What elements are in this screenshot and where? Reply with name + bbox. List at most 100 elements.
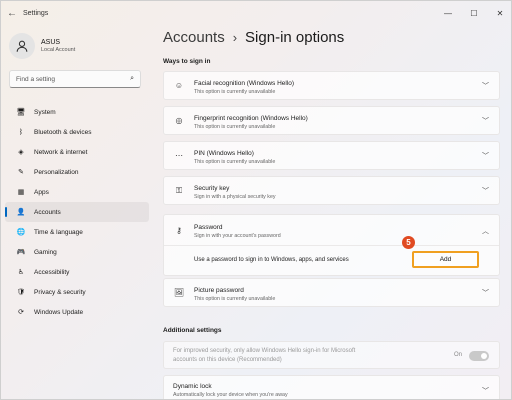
brush-icon: ✎ [18, 169, 24, 176]
sidebar-item-time-language[interactable]: 🌐 Time & language [5, 222, 149, 242]
chevron-down-icon[interactable]: ﹀ [482, 116, 489, 126]
bluetooth-icon: ᛒ [18, 128, 24, 136]
person-icon: 👤 [16, 209, 26, 216]
password-card-header[interactable]: ⚷ Password Sign in with your account's p… [164, 215, 499, 245]
chevron-down-icon[interactable]: ﹀ [482, 151, 489, 161]
password-subtitle: Sign in with your account's password [194, 233, 281, 239]
chevron-down-icon[interactable]: ﹀ [482, 288, 489, 298]
sign-in-option-card[interactable]: ☺ Facial recognition (Windows Hello) This … [163, 71, 500, 100]
pin-icon: ⋯ [175, 151, 183, 160]
dynamic-lock-title: Dynamic lock [173, 383, 212, 390]
window-title: Settings [23, 9, 49, 17]
hello-only-text-line1: For improved security, only allow Window… [173, 348, 356, 354]
option-title: PIN (Windows Hello) [194, 150, 254, 157]
shield-icon: 🛡 [16, 289, 26, 296]
user-profile[interactable]: ASUS Local Account [9, 33, 75, 59]
picture-password-card[interactable]: 🖼 Picture password This option is curren… [163, 278, 500, 307]
maximize-icon[interactable]: ☐ [461, 1, 487, 25]
chevron-down-icon[interactable]: ﹀ [482, 186, 489, 196]
breadcrumb-separator-icon: › [232, 30, 238, 45]
option-subtitle: Sign in with a physical security key [194, 194, 276, 200]
monitor-icon: 🖥 [16, 109, 26, 116]
sidebar-item-label: Accessibility [34, 268, 70, 276]
option-title: Facial recognition (Windows Hello) [194, 80, 295, 87]
main-content: Accounts › Sign-in options Ways to sign in… [163, 25, 503, 399]
sign-in-option-card[interactable]: ◎ Fingerprint recognition (Windows Hello)… [163, 106, 500, 135]
key-icon: ⚿ [175, 185, 183, 195]
dynamic-lock-card[interactable]: Dynamic lock Automatically lock your dev… [163, 375, 500, 399]
wifi-icon: ◈ [18, 149, 24, 156]
page-title: Sign-in options [245, 29, 345, 46]
hello-only-text-line2: accounts on this device (Recommended) [173, 357, 282, 363]
sidebar-item-network-internet[interactable]: ◈ Network & internet [5, 142, 149, 162]
option-subtitle: This option is currently unavailable [194, 124, 276, 130]
sidebar-item-apps[interactable]: ▦ Apps [5, 182, 149, 202]
option-subtitle: This option is currently unavailable [194, 159, 276, 165]
sidebar-item-label: Accounts [34, 208, 61, 216]
dynamic-lock-subtitle: Automatically lock your device when you'… [173, 392, 288, 398]
breadcrumb-parent[interactable]: Accounts [163, 29, 225, 46]
additional-settings-heading: Additional settings [163, 327, 222, 334]
profile-name: ASUS [41, 39, 61, 46]
title-bar: ← Settings — ☐ ✕ [1, 1, 511, 25]
back-arrow-icon[interactable]: ← [1, 8, 23, 19]
sidebar-item-gaming[interactable]: 🎮 Gaming [5, 242, 149, 262]
minimize-icon[interactable]: — [435, 1, 461, 25]
sidebar-item-personalization[interactable]: ✎ Personalization [5, 162, 149, 182]
face-icon: ☺ [174, 81, 184, 90]
picture-password-title: Picture password [194, 287, 244, 294]
sidebar-item-label: Windows Update [34, 308, 84, 316]
sidebar-item-label: Network & internet [34, 148, 88, 156]
sidebar-item-label: Bluetooth & devices [34, 128, 92, 136]
user-avatar-icon [16, 40, 28, 52]
sidebar-nav: 🖥 System ᛒ Bluetooth & devices ◈ Network & in… [5, 102, 149, 322]
settings-window: ← Settings — ☐ ✕ ASUS Local Account Find… [0, 0, 512, 400]
sidebar-item-privacy-security[interactable]: 🛡 Privacy & security [5, 282, 149, 302]
password-key-icon: ⚷ [176, 225, 182, 235]
option-title: Security key [194, 185, 230, 192]
picture-password-subtitle: This option is currently unavailable [194, 296, 276, 302]
search-icon[interactable]: ⌕ [130, 75, 134, 83]
add-password-button[interactable]: Add [412, 251, 479, 268]
fingerprint-icon: ◎ [175, 116, 183, 125]
password-title: Password [194, 224, 223, 231]
avatar [9, 33, 35, 59]
window-controls: — ☐ ✕ [435, 1, 511, 25]
step-badge: 5 [402, 236, 415, 249]
password-detail-text: Use a password to sign in to Windows, ap… [194, 257, 349, 263]
sidebar-item-label: Apps [34, 188, 49, 196]
sidebar: ASUS Local Account Find a setting ⌕ 🖥 Sys… [1, 25, 153, 399]
sign-in-option-card[interactable]: ⚿ Security key Sign in with a physical sec… [163, 176, 500, 205]
sidebar-item-label: Time & language [34, 228, 83, 236]
close-icon[interactable]: ✕ [487, 1, 511, 25]
option-subtitle: This option is currently unavailable [194, 89, 276, 95]
option-title: Fingerprint recognition (Windows Hello) [194, 115, 308, 122]
divider [164, 245, 499, 246]
ways-to-sign-in-heading: Ways to sign in [163, 58, 211, 65]
sidebar-item-system[interactable]: 🖥 System [5, 102, 149, 122]
sidebar-item-accessibility[interactable]: ♿ Accessibility [5, 262, 149, 282]
chevron-down-icon[interactable]: ﹀ [482, 81, 489, 91]
chevron-up-icon[interactable]: ︿ [482, 226, 489, 236]
sidebar-item-label: Gaming [34, 248, 57, 256]
sidebar-item-label: System [34, 108, 56, 116]
sidebar-item-bluetooth-devices[interactable]: ᛒ Bluetooth & devices [5, 122, 149, 142]
search-placeholder: Find a setting [16, 75, 56, 83]
search-input[interactable]: Find a setting ⌕ [9, 70, 141, 88]
sign-in-option-card[interactable]: ⋯ PIN (Windows Hello) This option is curre… [163, 141, 500, 170]
gamepad-icon: 🎮 [16, 249, 26, 256]
toggle-state-label: On [453, 352, 462, 358]
hello-only-card: For improved security, only allow Window… [163, 341, 500, 369]
sidebar-item-label: Personalization [34, 168, 79, 176]
hello-only-toggle[interactable] [469, 351, 489, 361]
breadcrumb: Accounts › Sign-in options [163, 29, 344, 46]
accessibility-icon: ♿ [17, 269, 25, 276]
sidebar-item-label: Privacy & security [34, 288, 86, 296]
update-icon: ⟳ [18, 309, 24, 316]
sidebar-item-accounts[interactable]: 👤 Accounts [5, 202, 149, 222]
apps-icon: ▦ [17, 189, 25, 196]
sidebar-item-windows-update[interactable]: ⟳ Windows Update [5, 302, 149, 322]
profile-account-type: Local Account [41, 47, 76, 53]
chevron-down-icon[interactable]: ﹀ [482, 386, 489, 396]
picture-icon: 🖼 [173, 288, 185, 297]
